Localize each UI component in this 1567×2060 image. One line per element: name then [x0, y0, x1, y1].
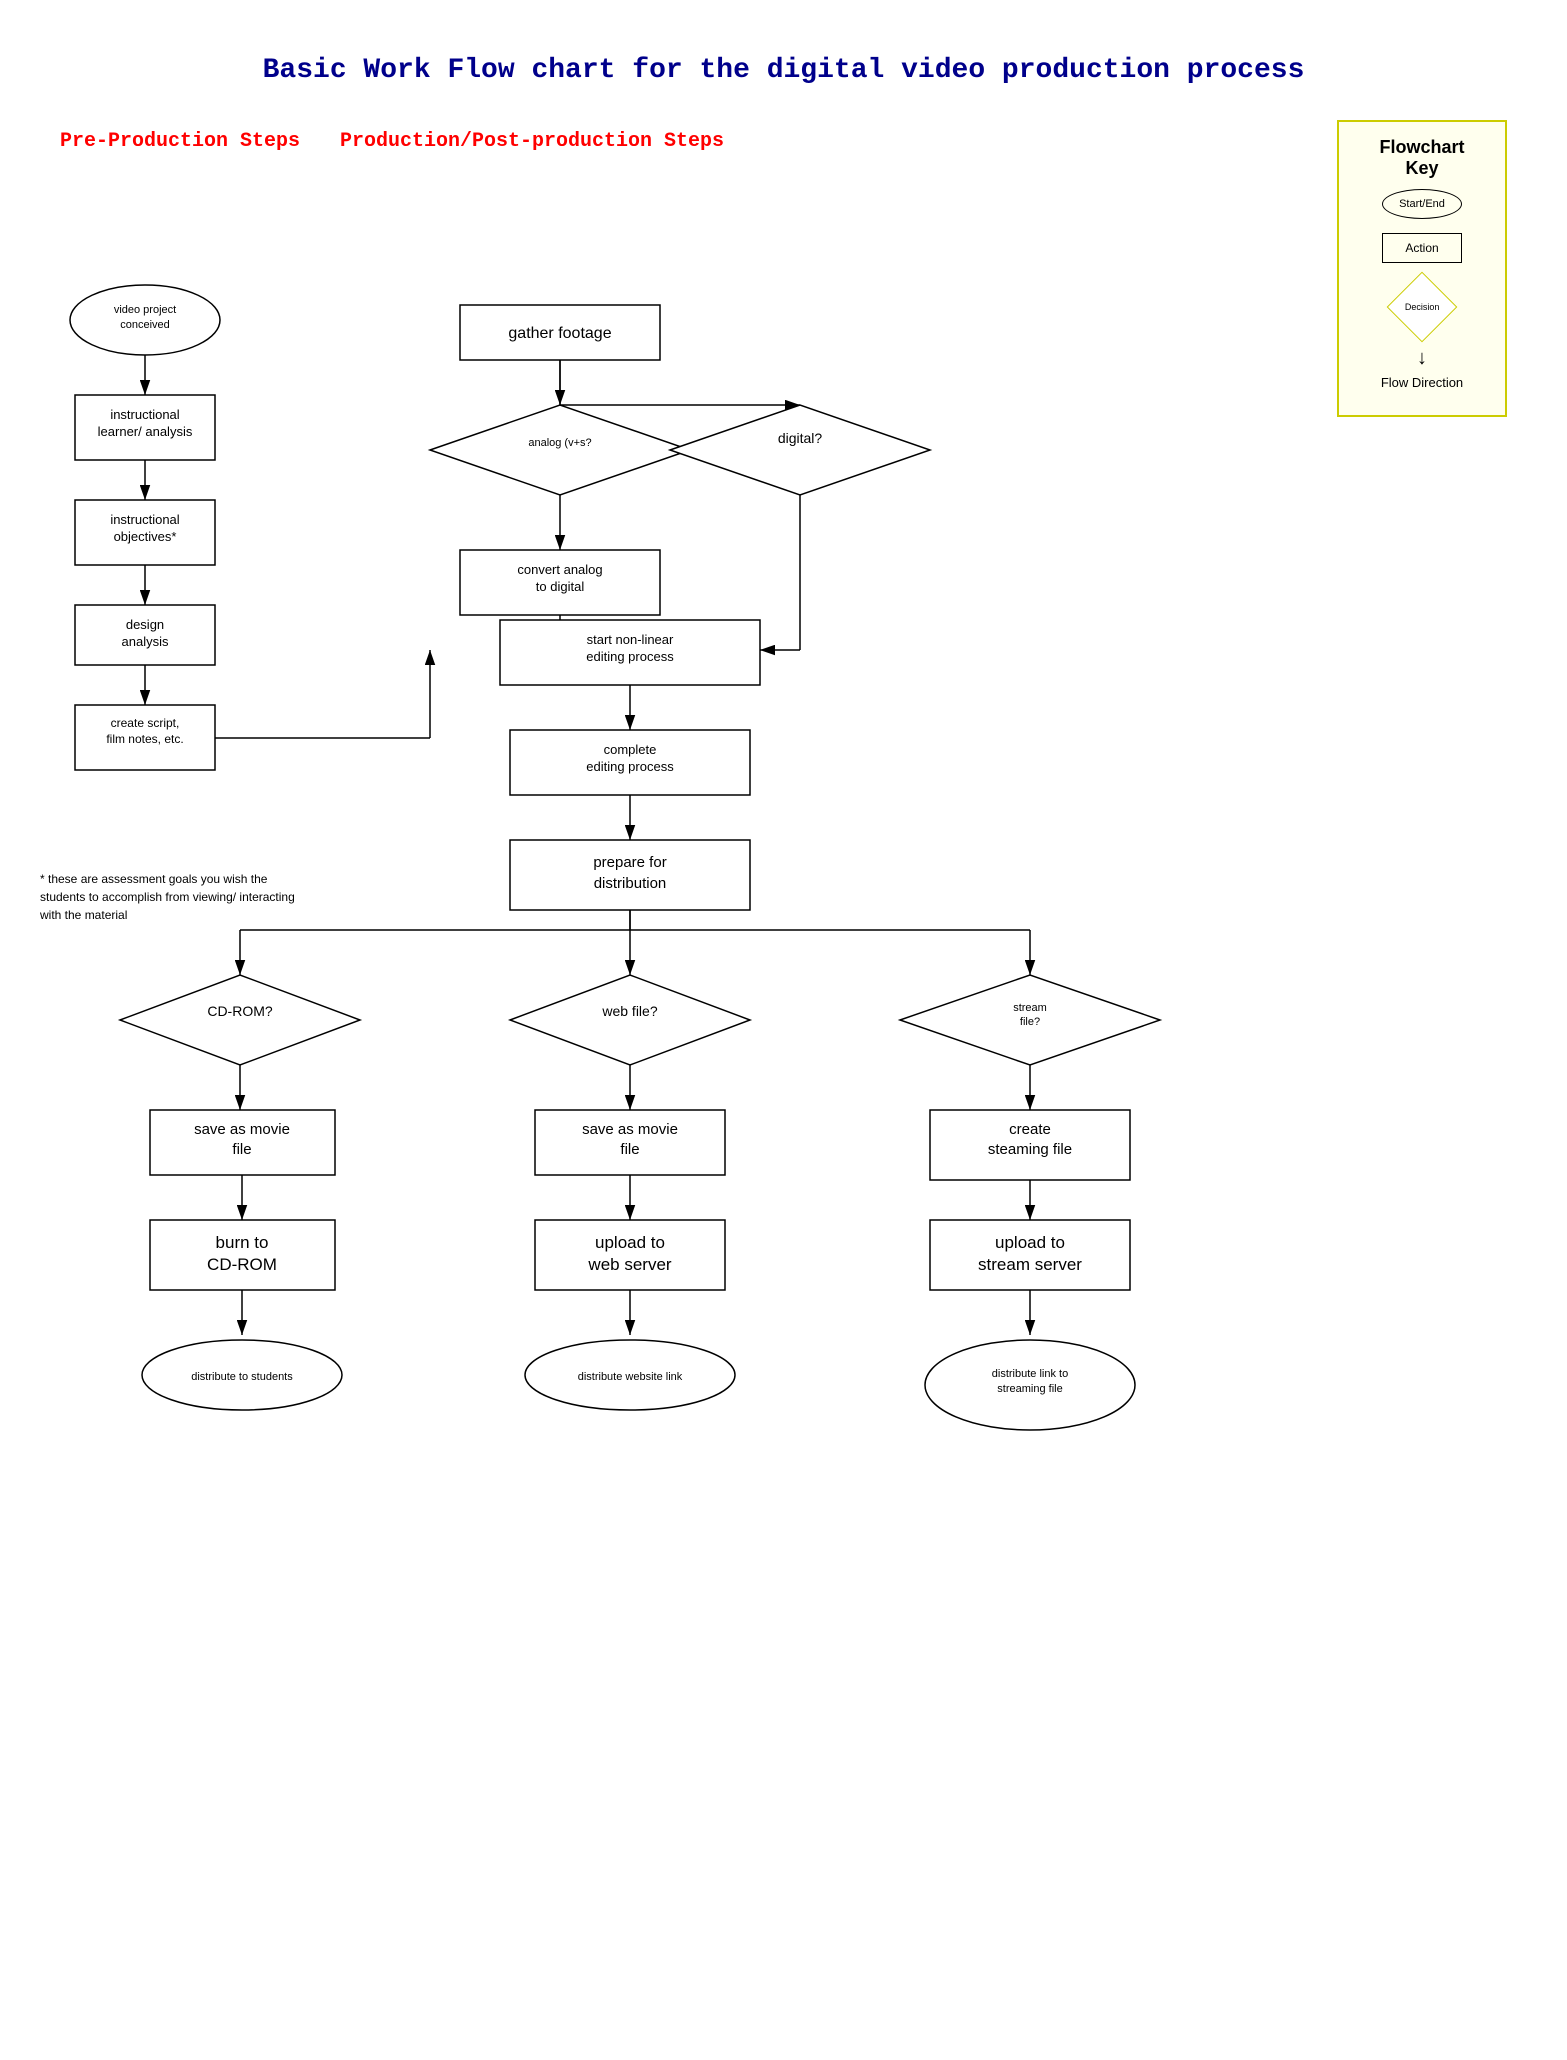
svg-text:stream server: stream server	[978, 1255, 1082, 1274]
svg-text:prepare for: prepare for	[593, 854, 666, 871]
svg-text:steaming file: steaming file	[988, 1141, 1072, 1158]
svg-text:gather footage: gather footage	[508, 325, 611, 342]
svg-text:upload to: upload to	[595, 1233, 665, 1252]
svg-text:analog (v+s?: analog (v+s?	[528, 437, 591, 449]
svg-text:CD-ROM?: CD-ROM?	[207, 1003, 273, 1019]
svg-text:burn to: burn to	[216, 1233, 269, 1252]
key-flow-label: Flow Direction	[1381, 375, 1463, 390]
flowchart-key: Flowchart Key Start/End Action Decision …	[1337, 120, 1507, 417]
key-decision-shape: Decision	[1387, 272, 1458, 343]
section-label-pre: Pre-Production Steps	[60, 130, 300, 153]
key-start-end-shape: Start/End	[1382, 189, 1462, 219]
svg-text:upload to: upload to	[995, 1233, 1065, 1252]
footnote: * these are assessment goals you wish th…	[40, 870, 300, 924]
svg-text:create script,: create script,	[111, 716, 180, 730]
svg-text:distribute link to: distribute link to	[992, 1368, 1068, 1380]
svg-text:convert analog: convert analog	[517, 562, 602, 577]
key-flow-arrow: ↓	[1417, 347, 1427, 370]
svg-text:complete: complete	[604, 742, 657, 757]
svg-text:distribute to students: distribute to students	[191, 1371, 293, 1383]
svg-text:streaming file: streaming file	[997, 1383, 1062, 1395]
svg-text:CD-ROM: CD-ROM	[207, 1255, 277, 1274]
section-label-prod: Production/Post-production Steps	[340, 130, 724, 153]
svg-text:instructional: instructional	[110, 512, 179, 527]
svg-text:learner/ analysis: learner/ analysis	[98, 424, 193, 439]
svg-text:design: design	[126, 617, 164, 632]
key-title: Flowchart Key	[1364, 137, 1480, 179]
svg-text:file: file	[232, 1141, 251, 1158]
svg-text:to digital: to digital	[536, 579, 585, 594]
svg-text:editing process: editing process	[586, 759, 674, 774]
svg-text:analysis: analysis	[122, 634, 169, 649]
svg-text:save as movie: save as movie	[582, 1121, 678, 1138]
svg-text:save as movie: save as movie	[194, 1121, 290, 1138]
svg-text:editing process: editing process	[586, 649, 674, 664]
svg-text:film notes, etc.: film notes, etc.	[106, 732, 183, 746]
svg-text:conceived: conceived	[120, 319, 170, 331]
svg-text:web file?: web file?	[601, 1003, 657, 1019]
svg-text:video project: video project	[114, 304, 176, 316]
svg-text:digital?: digital?	[778, 430, 823, 446]
svg-text:file: file	[620, 1141, 639, 1158]
svg-text:start non-linear: start non-linear	[587, 632, 674, 647]
key-action-shape: Action	[1382, 233, 1462, 263]
svg-text:objectives*: objectives*	[114, 529, 177, 544]
svg-text:stream: stream	[1013, 1002, 1047, 1014]
svg-text:instructional: instructional	[110, 407, 179, 422]
page-title: Basic Work Flow chart for the digital vi…	[0, 0, 1567, 116]
svg-text:create: create	[1009, 1121, 1051, 1138]
svg-text:file?: file?	[1020, 1016, 1040, 1028]
svg-text:distribute website link: distribute website link	[578, 1371, 683, 1383]
svg-text:web server: web server	[587, 1255, 671, 1274]
svg-text:distribution: distribution	[594, 875, 667, 892]
